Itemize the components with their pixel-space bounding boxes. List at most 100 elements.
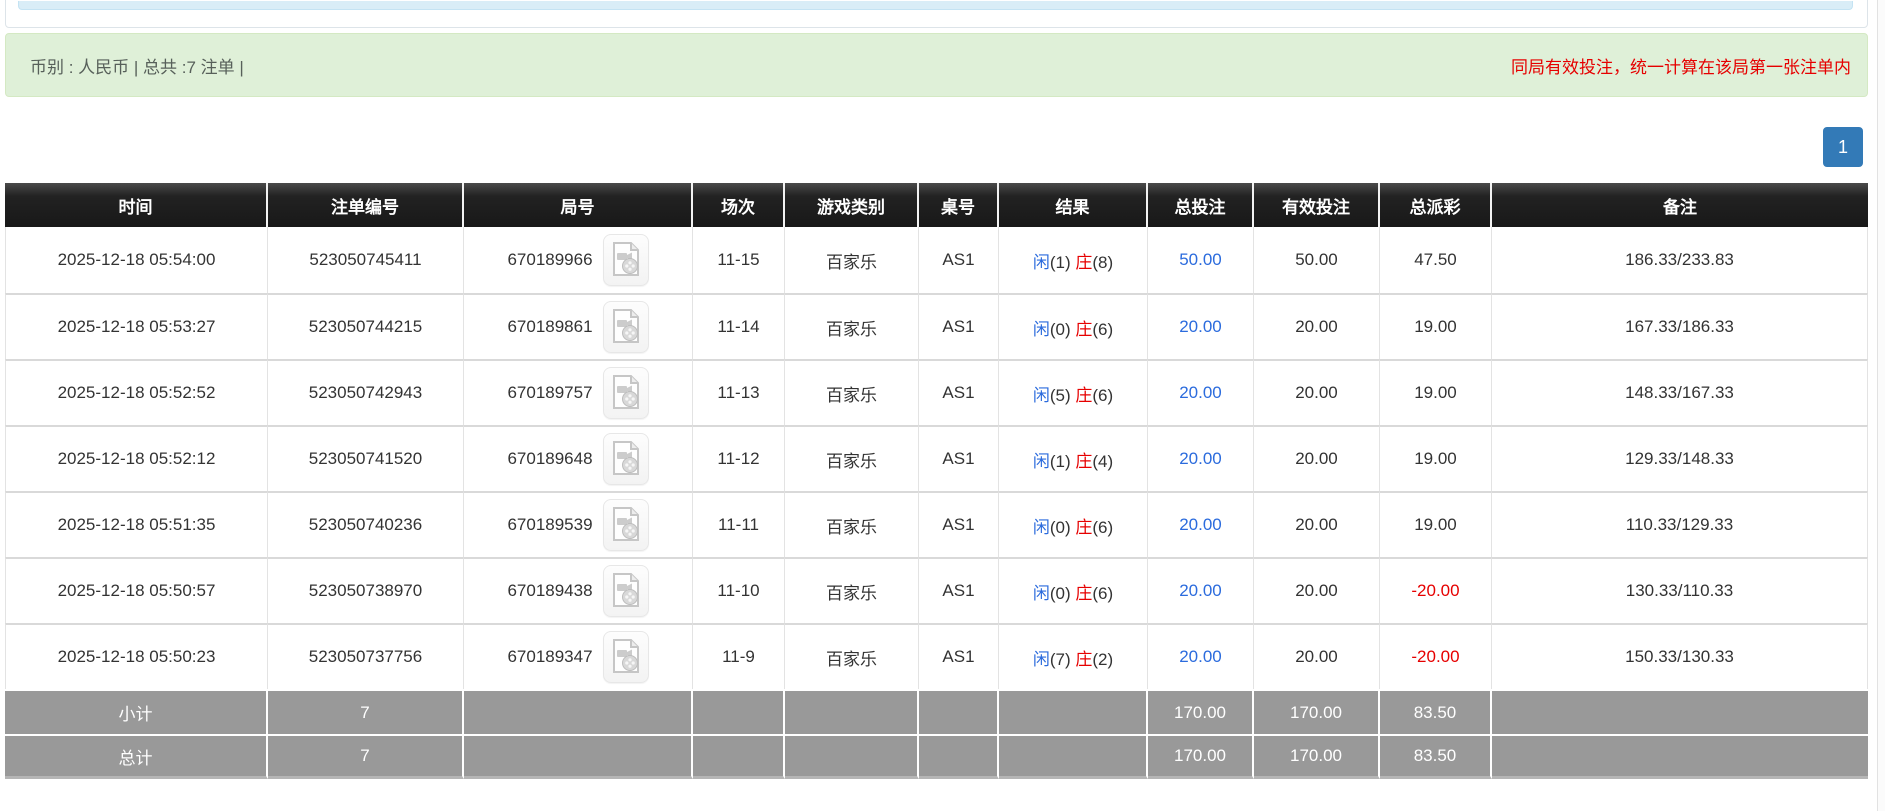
video-replay-button[interactable] — [602, 234, 649, 286]
video-replay-button[interactable] — [602, 631, 649, 683]
cell-remark: 148.33/167.33 — [1492, 359, 1868, 425]
footer-count: 7 — [268, 734, 464, 779]
footer-empty — [999, 689, 1148, 734]
footer-empty — [1492, 689, 1868, 734]
video-replay-button[interactable] — [602, 367, 649, 419]
cell-round-id: 670189539 — [464, 491, 693, 557]
cell-bet-id: 523050744215 — [268, 293, 464, 359]
cell-valid-bet: 50.00 — [1254, 227, 1380, 293]
cell-time: 2025-12-18 05:50:57 — [5, 557, 268, 623]
video-replay-button[interactable] — [602, 565, 649, 617]
round-id-text: 670189861 — [507, 317, 593, 336]
top-info-bar — [18, 1, 1853, 10]
cell-remark: 186.33/233.83 — [1492, 227, 1868, 293]
cell-total-bet[interactable]: 20.00 — [1148, 359, 1254, 425]
result-player-points: (0) — [1049, 319, 1071, 339]
cell-game-type: 百家乐 — [785, 623, 919, 689]
cell-session: 11-11 — [693, 491, 785, 557]
cell-round-id: 670189347 — [464, 623, 693, 689]
cell-table-no: AS1 — [919, 623, 999, 689]
cell-time: 2025-12-18 05:51:35 — [5, 491, 268, 557]
footer-count: 7 — [268, 689, 464, 734]
table-header: 时间 注单编号 局号 场次 游戏类别 桌号 结果 总投注 有效投注 总派彩 备注 — [5, 183, 1868, 227]
cell-game-type: 百家乐 — [785, 293, 919, 359]
footer-payout: 83.50 — [1380, 734, 1492, 779]
footer-valid-bet: 170.00 — [1254, 734, 1380, 779]
cell-total-bet[interactable]: 20.00 — [1148, 491, 1254, 557]
result-banker-points: (6) — [1092, 319, 1114, 339]
cell-valid-bet: 20.00 — [1254, 425, 1380, 491]
result-banker-points: (6) — [1092, 517, 1114, 537]
pagination: 1 — [1823, 127, 1863, 167]
column-header-remark: 备注 — [1492, 183, 1868, 227]
footer-empty — [999, 734, 1148, 779]
cell-result: 闲(1) 庄(8) — [999, 227, 1148, 293]
result-banker-points: (4) — [1092, 451, 1114, 471]
cell-table-no: AS1 — [919, 425, 999, 491]
cell-valid-bet: 20.00 — [1254, 623, 1380, 689]
cell-result: 闲(5) 庄(6) — [999, 359, 1148, 425]
cell-total-bet[interactable]: 20.00 — [1148, 293, 1254, 359]
column-header-result: 结果 — [999, 183, 1148, 227]
video-file-icon — [612, 309, 639, 343]
cell-payout: -20.00 — [1380, 623, 1492, 689]
cell-result: 闲(0) 庄(6) — [999, 491, 1148, 557]
column-header-valid-bet: 有效投注 — [1254, 183, 1380, 227]
video-replay-button[interactable] — [602, 433, 649, 485]
cell-total-bet[interactable]: 20.00 — [1148, 623, 1254, 689]
result-banker-label: 庄 — [1075, 583, 1093, 603]
result-player-label: 闲 — [1032, 252, 1050, 272]
footer-empty — [464, 689, 693, 734]
cell-table-no: AS1 — [919, 557, 999, 623]
cell-game-type: 百家乐 — [785, 227, 919, 293]
cell-session: 11-12 — [693, 425, 785, 491]
footer-payout: 83.50 — [1380, 689, 1492, 734]
subtotal-row: 小计 7 170.00 170.00 83.50 — [5, 689, 1868, 734]
cell-game-type: 百家乐 — [785, 359, 919, 425]
cell-game-type: 百家乐 — [785, 557, 919, 623]
footer-valid-bet: 170.00 — [1254, 689, 1380, 734]
result-banker-points: (2) — [1092, 649, 1114, 669]
cell-session: 11-13 — [693, 359, 785, 425]
cell-time: 2025-12-18 05:50:23 — [5, 623, 268, 689]
cell-session: 11-9 — [693, 623, 785, 689]
result-banker-points: (6) — [1092, 583, 1114, 603]
video-replay-button[interactable] — [602, 301, 649, 353]
cell-payout: -20.00 — [1380, 557, 1492, 623]
cell-result: 闲(7) 庄(2) — [999, 623, 1148, 689]
cell-total-bet[interactable]: 20.00 — [1148, 557, 1254, 623]
page-1-button[interactable]: 1 — [1823, 127, 1863, 167]
cell-bet-id: 523050740236 — [268, 491, 464, 557]
cell-time: 2025-12-18 05:52:52 — [5, 359, 268, 425]
video-file-icon — [612, 242, 639, 276]
cell-bet-id: 523050745411 — [268, 227, 464, 293]
cell-total-bet[interactable]: 50.00 — [1148, 227, 1254, 293]
cell-payout: 19.00 — [1380, 425, 1492, 491]
cell-remark: 129.33/148.33 — [1492, 425, 1868, 491]
footer-empty — [464, 734, 693, 779]
footer-empty — [919, 734, 999, 779]
column-header-payout: 总派彩 — [1380, 183, 1492, 227]
bet-history-page: 币别 : 人民币 | 总共 :7 注单 | 同局有效投注，统一计算在该局第一张注… — [0, 0, 1885, 811]
cell-remark: 150.33/130.33 — [1492, 623, 1868, 689]
cell-remark: 167.33/186.33 — [1492, 293, 1868, 359]
cell-remark: 130.33/110.33 — [1492, 557, 1868, 623]
cell-total-bet[interactable]: 20.00 — [1148, 425, 1254, 491]
vertical-scrollbar[interactable] — [1877, 0, 1885, 811]
result-banker-label: 庄 — [1075, 252, 1093, 272]
cell-result: 闲(1) 庄(4) — [999, 425, 1148, 491]
footer-empty — [785, 734, 919, 779]
cell-game-type: 百家乐 — [785, 491, 919, 557]
video-file-icon — [612, 441, 639, 475]
table-row: 2025-12-18 05:53:27 523050744215 670189861… — [5, 293, 1868, 359]
column-header-total-bet: 总投注 — [1148, 183, 1254, 227]
result-banker-label: 庄 — [1075, 319, 1093, 339]
footer-empty — [693, 734, 785, 779]
cell-time: 2025-12-18 05:52:12 — [5, 425, 268, 491]
table-row: 2025-12-18 05:52:52 523050742943 670189757… — [5, 359, 1868, 425]
cell-session: 11-10 — [693, 557, 785, 623]
footer-label: 小计 — [5, 689, 268, 734]
video-replay-button[interactable] — [602, 499, 649, 551]
cell-bet-id: 523050741520 — [268, 425, 464, 491]
result-player-points: (1) — [1049, 451, 1071, 471]
